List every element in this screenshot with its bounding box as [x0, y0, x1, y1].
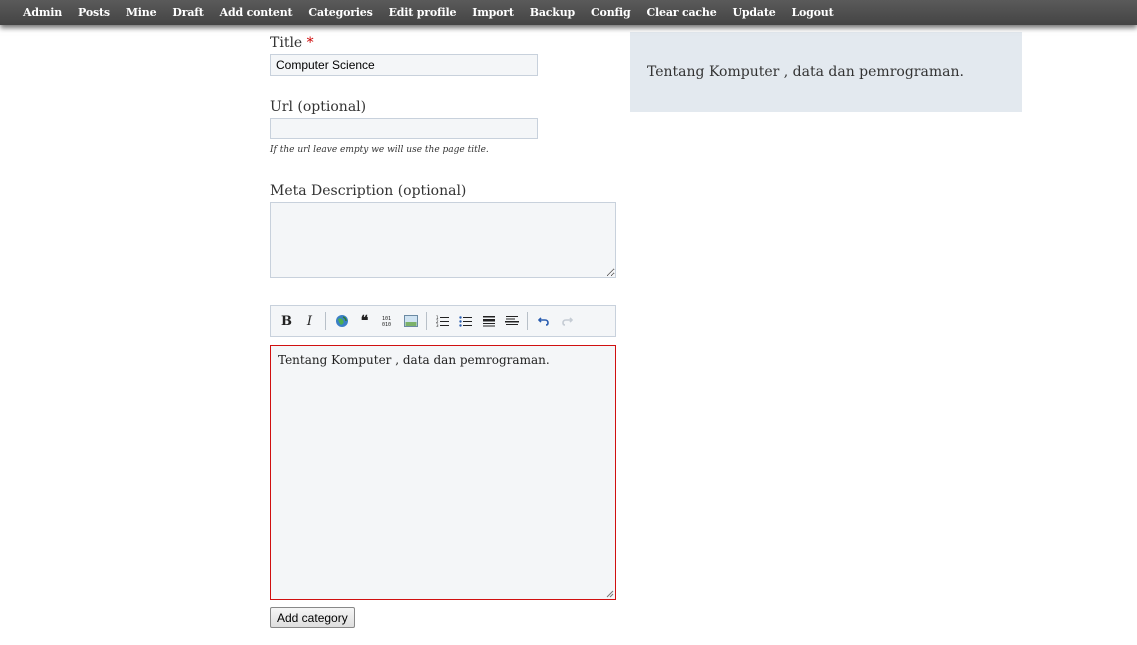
redo-icon: [561, 317, 573, 326]
add-category-button[interactable]: Add category: [270, 607, 355, 628]
nav-edit-profile[interactable]: Edit profile: [389, 6, 457, 19]
code-button[interactable]: 101 010: [376, 310, 399, 332]
image-icon: [403, 315, 418, 327]
bullet-list-icon: [458, 316, 472, 327]
code-binary-icon: 101 010: [382, 316, 391, 327]
nav-categories[interactable]: Categories: [308, 6, 372, 19]
svg-text:3: 3: [436, 323, 439, 327]
image-button[interactable]: [399, 310, 422, 332]
undo-icon: [537, 317, 549, 326]
nav-add-content[interactable]: Add content: [220, 6, 293, 19]
horizontal-rule-icon: [504, 316, 519, 325]
globe-link-icon: [335, 315, 348, 327]
url-hint: If the url leave empty we will use the p…: [270, 145, 489, 155]
redo-button[interactable]: [555, 310, 578, 332]
toolbar-separator: [527, 312, 528, 330]
link-button[interactable]: [330, 310, 353, 332]
italic-icon: I: [306, 313, 313, 329]
ordered-list-button[interactable]: 1 2 3: [431, 310, 454, 332]
url-input[interactable]: [270, 118, 538, 139]
nav-config[interactable]: Config: [591, 6, 631, 19]
italic-button[interactable]: I: [298, 310, 321, 332]
nav-draft[interactable]: Draft: [172, 6, 203, 19]
required-mark: *: [306, 35, 314, 51]
title-label-text: Title: [270, 35, 303, 51]
nav-logout[interactable]: Logout: [792, 6, 834, 19]
preview-panel: Tentang Komputer , data dan pemrograman.: [630, 32, 1022, 112]
bullet-list-button[interactable]: [454, 310, 477, 332]
ordered-list-icon: 1 2 3: [436, 315, 449, 327]
nav-posts[interactable]: Posts: [78, 6, 110, 19]
nav-admin[interactable]: Admin: [23, 6, 62, 19]
nav-update[interactable]: Update: [733, 6, 776, 19]
nav-backup[interactable]: Backup: [530, 6, 575, 19]
nav-clear-cache[interactable]: Clear cache: [647, 6, 717, 19]
bold-button[interactable]: B: [275, 310, 298, 332]
toolbar-separator: [325, 312, 326, 330]
nav-import[interactable]: Import: [472, 6, 514, 19]
editor-toolbar: B I ❝ 101 010 1 2 3: [270, 305, 616, 337]
svg-text:010: 010: [382, 322, 391, 327]
nav-mine[interactable]: Mine: [126, 6, 157, 19]
preview-text: Tentang Komputer , data dan pemrograman.: [647, 64, 964, 80]
blockquote-button[interactable]: ❝: [353, 310, 376, 332]
horizontal-rule-button[interactable]: [500, 310, 523, 332]
editor-content: Tentang Komputer , data dan pemrograman.: [278, 353, 550, 367]
content-editor[interactable]: Tentang Komputer , data dan pemrograman.: [270, 345, 616, 600]
bold-icon: B: [281, 313, 292, 329]
meta-description-label: Meta Description (optional): [270, 183, 467, 199]
undo-button[interactable]: [532, 310, 555, 332]
admin-nav-bar: Admin Posts Mine Draft Add content Categ…: [0, 0, 1137, 25]
quote-icon: ❝: [360, 313, 369, 329]
title-label: Title *: [270, 35, 314, 51]
toolbar-separator: [426, 312, 427, 330]
heading-button[interactable]: [477, 310, 500, 332]
resize-grip-icon[interactable]: [606, 590, 614, 598]
meta-description-textarea[interactable]: [270, 202, 616, 278]
title-input[interactable]: [270, 54, 538, 76]
url-label: Url (optional): [270, 99, 367, 115]
heading-icon: [482, 316, 495, 327]
